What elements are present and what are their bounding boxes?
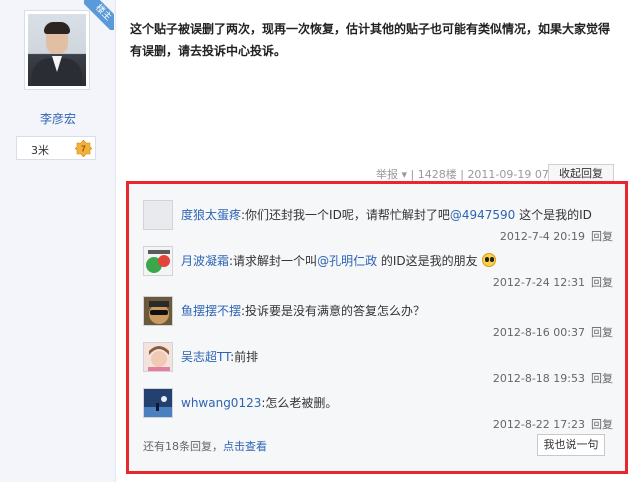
owner-badge: 楼主 [84, 0, 114, 30]
comment-content: :你们还封我一个ID呢，请帮忙解封了吧 [241, 208, 450, 222]
comment-avatar[interactable] [143, 388, 173, 418]
avatar-image [144, 247, 172, 275]
comment-time: 2012-8-16 00:37 [492, 326, 585, 339]
comment-text: 度狼太蛋疼:你们还封我一个ID呢，请帮忙解封了吧@4947590 这个是我的ID [181, 206, 611, 223]
comment-content: :投诉要是没有满意的答复怎么办？ [241, 304, 426, 318]
level-badge-icon: 7 [75, 140, 92, 157]
avatar-image [144, 343, 172, 371]
comment-avatar[interactable] [143, 342, 173, 372]
comment-content: :请求解封一个叫 [229, 254, 318, 268]
comment-time: 2012-7-4 20:19 [499, 230, 585, 243]
post-body: 这个贴子被误删了两次，现再一次恢复，估计其他的贴子也可能有类似情况，如果大家觉得… [130, 22, 611, 58]
comment-footer: 2012-8-16 00:37 回复 [493, 324, 613, 340]
author-name[interactable]: 李彦宏 [0, 110, 116, 127]
comment-mention[interactable]: @4947590 [450, 208, 515, 222]
comment-item: 月波凝霜:请求解封一个叫@孔明仁政 的ID这是我的朋友 2012-7-24 12… [143, 246, 613, 292]
emoticon-icon [481, 253, 496, 267]
comment-reply-link[interactable]: 回复 [591, 372, 613, 385]
comment-reply-link[interactable]: 回复 [591, 418, 613, 431]
comment-time: 2012-8-22 17:23 [492, 418, 585, 431]
comment-user[interactable]: whwang0123 [181, 396, 261, 410]
comment-item: 吴志超TT:前排 2012-8-18 19:53 回复 [143, 342, 613, 388]
comment-mention[interactable]: @孔明仁政 [317, 254, 377, 268]
floor-number: 1428楼 [417, 168, 457, 181]
comment-item: 度狼太蛋疼:你们还封我一个ID呢，请帮忙解封了吧@4947590 这个是我的ID… [143, 200, 613, 246]
add-comment-button[interactable]: 我也说一句 [537, 434, 605, 456]
comment-avatar[interactable] [143, 296, 173, 326]
comment-user[interactable]: 月波凝霜 [181, 254, 229, 268]
comment-reply-link[interactable]: 回复 [591, 276, 613, 289]
level-number: 7 [81, 145, 86, 154]
level-text: 3米 [31, 144, 49, 157]
comment-text: 鱼摆摆不摆:投诉要是没有满意的答复怎么办？ [181, 302, 611, 319]
comment-reply-link[interactable]: 回复 [591, 326, 613, 339]
comment-user[interactable]: 度狼太蛋疼 [181, 208, 241, 222]
comment-avatar[interactable] [143, 200, 173, 230]
author-sidebar: 楼主 李彦宏 3米 7 [0, 0, 116, 482]
comment-content-tail: 这个是我的ID [515, 208, 592, 222]
comment-item: whwang0123:怎么老被删。 2012-8-22 17:23 回复 [143, 388, 613, 434]
avatar-image [144, 297, 172, 325]
report-dropdown-icon[interactable]: ▾ [402, 168, 411, 181]
comment-footer: 2012-7-24 12:31 回复 [493, 274, 613, 290]
comment-text: 吴志超TT:前排 [181, 348, 611, 365]
comment-time: 2012-7-24 12:31 [492, 276, 585, 289]
view-more-link[interactable]: 点击查看 [223, 440, 267, 453]
comment-list: 度狼太蛋疼:你们还封我一个ID呢，请帮忙解封了吧@4947590 这个是我的ID… [126, 181, 628, 474]
author-level[interactable]: 3米 7 [16, 136, 96, 160]
comment-footer: 2012-8-18 19:53 回复 [493, 370, 613, 386]
meta-divider: | [410, 168, 418, 181]
comment-user[interactable]: 鱼摆摆不摆 [181, 304, 241, 318]
comment-text: whwang0123:怎么老被删。 [181, 394, 611, 411]
comment-footer: 2012-7-4 20:19 回复 [500, 228, 613, 244]
comment-avatar[interactable] [143, 246, 173, 276]
comment-content: :前排 [230, 350, 259, 364]
report-link[interactable]: 举报 [376, 168, 398, 181]
author-avatar-image [28, 14, 86, 86]
comment-time: 2012-8-18 19:53 [492, 372, 585, 385]
more-replies-count: 还有18条回复， [143, 440, 223, 453]
author-avatar[interactable] [24, 10, 90, 90]
more-replies: 还有18条回复，点击查看 [143, 438, 267, 454]
comment-user[interactable]: 吴志超TT [181, 350, 230, 364]
comment-text: 月波凝霜:请求解封一个叫@孔明仁政 的ID这是我的朋友 [181, 252, 611, 269]
post-meta: 举报 ▾ | 1428楼 | 2011-09-19 07:18 [376, 166, 567, 182]
avatar-image [144, 389, 172, 417]
comment-item: 鱼摆摆不摆:投诉要是没有满意的答复怎么办？ 2012-8-16 00:37 回复 [143, 296, 613, 342]
comment-reply-link[interactable]: 回复 [591, 230, 613, 243]
comment-content-tail: 的ID这是我的朋友 [377, 254, 478, 268]
comment-footer: 2012-8-22 17:23 回复 [493, 416, 613, 432]
comment-content: :怎么老被删。 [261, 396, 338, 410]
